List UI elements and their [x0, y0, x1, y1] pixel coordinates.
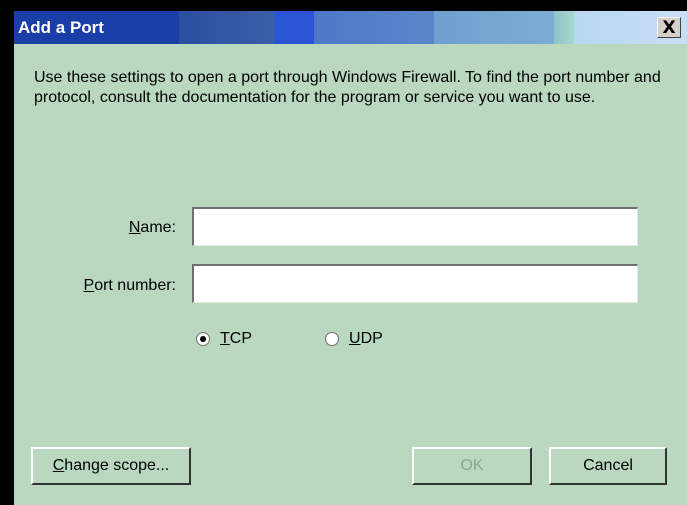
name-label: Name: [128, 219, 176, 236]
change-scope-button[interactable]: Change scope... [31, 447, 191, 485]
radio-selected-dot [200, 336, 206, 342]
ok-label: OK [460, 457, 484, 474]
dialog-title: Add a Port [18, 18, 104, 37]
tcp-label: TCP [220, 330, 253, 347]
ok-button[interactable]: OK [412, 447, 532, 485]
change-scope-label: Change scope... [52, 457, 170, 474]
title-bar[interactable]: Add a Port X [14, 11, 687, 44]
add-port-dialog: Add a Port X Use these settings to open … [14, 11, 687, 505]
close-icon: X [662, 17, 676, 38]
tcp-radio-button[interactable] [196, 332, 210, 346]
cancel-label: Cancel [583, 457, 633, 474]
close-button[interactable]: X [657, 17, 681, 38]
udp-radio-option[interactable]: UDP [325, 330, 383, 348]
name-input[interactable] [192, 207, 638, 246]
cancel-button[interactable]: Cancel [549, 447, 667, 485]
port-number-label: Port number: [83, 277, 176, 294]
tcp-radio-option[interactable]: TCP [196, 330, 252, 348]
udp-label: UDP [349, 330, 383, 347]
description-text: Use these settings to open a port throug… [34, 69, 661, 106]
udp-radio-button[interactable] [325, 332, 339, 346]
port-number-input[interactable] [192, 264, 638, 303]
